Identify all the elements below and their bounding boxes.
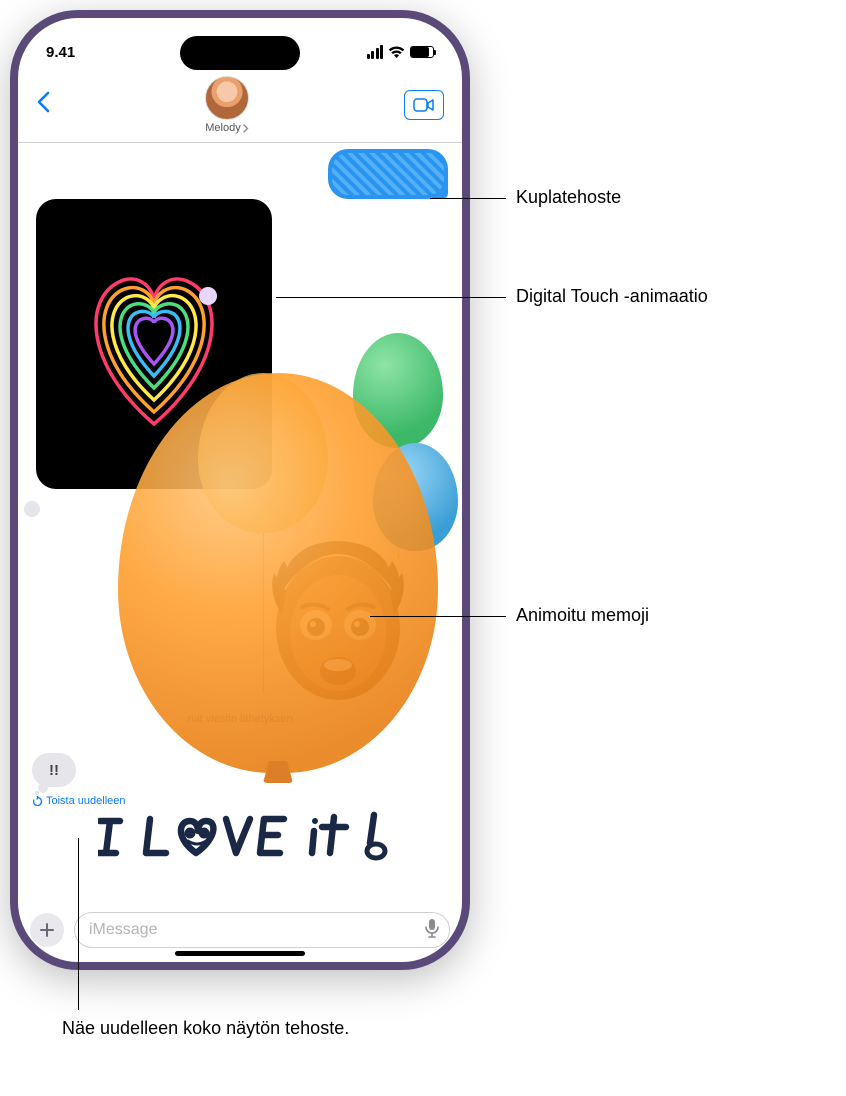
contact-avatar (205, 76, 249, 120)
callout-line (430, 198, 506, 199)
callout-line (276, 297, 506, 298)
incoming-bubble-tail (24, 501, 40, 517)
tapback-exclaim-icon: !! (49, 762, 59, 779)
invisible-ink-effect (332, 153, 444, 195)
home-indicator[interactable] (175, 951, 305, 956)
contact-info[interactable]: Melody (205, 76, 249, 134)
status-time: 9.41 (46, 44, 75, 61)
message-input[interactable]: iMessage (74, 912, 450, 948)
message-input-bar: iMessage (18, 912, 462, 948)
replay-label: Toista uudelleen (46, 795, 126, 807)
conversation-body[interactable]: ruit viestin lähetyksen !! Toista uudell… (18, 143, 462, 891)
contact-name-label: Melody (205, 122, 240, 134)
outgoing-message-bubble-effect[interactable] (328, 149, 448, 199)
phone-frame: 9.41 Me (10, 10, 470, 970)
callout-memoji: Animoitu memoji (516, 605, 649, 626)
phone-screen: 9.41 Me (18, 18, 462, 962)
plus-icon (39, 922, 55, 938)
replay-effect-button[interactable]: Toista uudelleen (32, 795, 126, 807)
callout-line (370, 616, 506, 617)
back-button[interactable] (36, 91, 50, 120)
microphone-icon (425, 918, 439, 938)
tapback-reaction[interactable]: !! Toista uudelleen (32, 753, 126, 807)
apps-button[interactable] (30, 913, 64, 947)
message-placeholder: iMessage (89, 921, 157, 939)
replay-icon (32, 796, 43, 807)
callout-digital-touch: Digital Touch -animaatio (516, 286, 708, 307)
wifi-icon (388, 46, 405, 59)
battery-icon (410, 46, 434, 58)
callout-line (78, 838, 79, 1010)
video-icon (413, 98, 435, 112)
dictation-button[interactable] (425, 918, 439, 943)
dynamic-island (180, 36, 300, 70)
conversation-header: Melody (18, 72, 462, 143)
callout-replay-fullscreen: Näe uudelleen koko näytön tehoste. (62, 1016, 349, 1040)
chevron-right-icon (243, 124, 249, 133)
facetime-button[interactable] (404, 90, 444, 120)
handwritten-message[interactable] (98, 811, 438, 861)
callout-bubble-effect: Kuplatehoste (516, 187, 621, 208)
cellular-signal-icon (367, 45, 384, 59)
